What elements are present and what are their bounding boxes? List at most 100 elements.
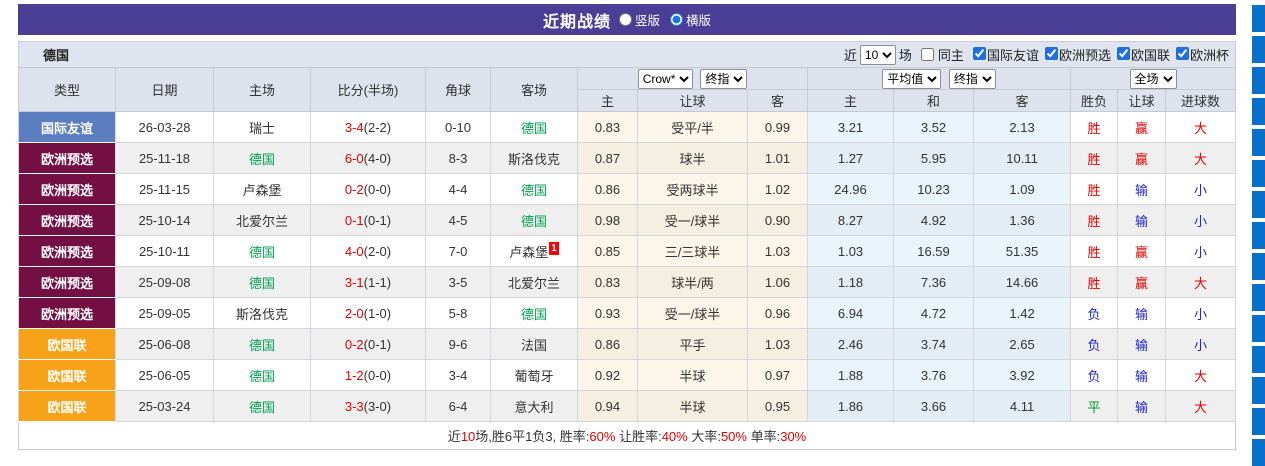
league-checkbox-1[interactable] <box>1044 47 1058 60</box>
side-strip-block[interactable] <box>1252 439 1265 466</box>
side-strip-block[interactable] <box>1252 98 1265 125</box>
away-team-cell: 法国 <box>490 328 578 360</box>
match-type-cell: 欧洲预选 <box>18 297 116 329</box>
avg-away-cell: 2.65 <box>973 328 1072 360</box>
corner-cell: 6-4 <box>425 390 491 422</box>
fulltime-score: 0-1 <box>344 212 364 228</box>
side-strip-block[interactable] <box>1252 408 1265 435</box>
average-select[interactable]: 平均值 <box>882 68 942 89</box>
avg-home-cell: 8.27 <box>807 204 895 236</box>
match-type-cell: 欧国联 <box>18 359 116 391</box>
final-odds-select-1[interactable]: 终指 <box>700 68 748 89</box>
away-team-name: 斯洛伐克 <box>507 151 560 167</box>
red-card-badge: 1 <box>549 242 559 256</box>
radio-horizontal-input[interactable] <box>670 13 683 26</box>
side-strip-block[interactable] <box>1252 377 1265 404</box>
side-strip-block[interactable] <box>1252 222 1265 249</box>
side-strip-block[interactable] <box>1252 191 1265 218</box>
avg-home-cell: 1.27 <box>807 142 895 174</box>
home-team-cell: 德国 <box>213 142 311 174</box>
side-strip <box>1252 5 1265 466</box>
side-strip-block[interactable] <box>1252 315 1265 342</box>
bookmaker-select[interactable]: Crow* <box>637 68 693 89</box>
result-handicap-cell: 输 <box>1117 390 1167 422</box>
side-strip-block[interactable] <box>1252 346 1265 373</box>
table-row: 欧洲预选 25-11-18 德国 6-0(4-0) 8-3 斯洛伐克 0.87 球半 1.01 1… <box>18 142 1237 174</box>
match-type-cell: 欧洲预选 <box>18 173 116 205</box>
summary-segment-3: 60% <box>589 429 616 444</box>
final-odds-select-2[interactable]: 终指 <box>948 68 996 89</box>
side-strip-block[interactable] <box>1252 5 1265 32</box>
odds-home-cell: 0.85 <box>577 235 638 267</box>
sub-col-header-8: 进球数 <box>1165 89 1237 112</box>
avg-draw-cell: 16.59 <box>893 235 975 267</box>
table-row: 欧国联 25-03-24 德国 3-3(3-0) 6-4 意大利 0.94 半球 0.95 1.8… <box>18 390 1237 422</box>
result-handicap-cell: 赢 <box>1117 142 1167 174</box>
odds-home-cell: 0.86 <box>577 328 638 360</box>
avg-away-cell: 10.11 <box>973 142 1072 174</box>
side-strip-block[interactable] <box>1252 129 1265 156</box>
radio-vertical-input[interactable] <box>618 13 632 26</box>
result-winloss-cell: 负 <box>1070 297 1119 329</box>
sub-col-header-1: 让球 <box>637 89 748 112</box>
summary-row: 近10场,胜6平1负3, 胜率:60% 让胜率:40% 大率:50% 单率:30… <box>17 421 1237 450</box>
halftime-score: (2-2) <box>363 119 392 135</box>
result-handicap-cell: 输 <box>1117 297 1167 329</box>
home-team-cell: 斯洛伐克 <box>213 297 311 329</box>
league-checkbox-2[interactable] <box>1116 47 1130 60</box>
result-handicap-cell: 输 <box>1117 328 1167 360</box>
match-count-select[interactable]: 10 <box>859 44 896 65</box>
result-handicap-cell: 赢 <box>1117 266 1167 298</box>
side-strip-block[interactable] <box>1252 160 1265 187</box>
radio-horizontal-layout[interactable]: 横版 <box>670 10 711 29</box>
average-odds-group: 平均值 终指 <box>807 67 1072 90</box>
results-table: 类型 日期 主场 比分(半场) 角球 客场 Crow* 终指 平均值 终指 全场… <box>17 67 1237 450</box>
avg-draw-cell: 7.36 <box>893 266 975 298</box>
home-team-cell: 德国 <box>213 390 311 422</box>
team-name: 德国 <box>43 48 70 63</box>
league-checkbox-0[interactable] <box>972 47 986 60</box>
side-strip-block[interactable] <box>1252 36 1265 63</box>
col-header-score: 比分(半场) <box>310 67 426 112</box>
avg-away-cell: 51.35 <box>973 235 1072 267</box>
odds-home-cell: 0.83 <box>577 111 638 143</box>
col-header-date: 日期 <box>115 67 214 112</box>
result-winloss-cell: 负 <box>1070 328 1119 360</box>
corner-cell: 5-8 <box>425 297 491 329</box>
avg-home-cell: 1.18 <box>807 266 895 298</box>
scope-select[interactable]: 全场 <box>1129 68 1177 89</box>
odds-handicap-cell: 半球 <box>637 390 748 422</box>
table-row: 欧洲预选 25-09-08 德国 3-1(1-1) 3-5 北爱尔兰 0.83 球半/两 1.0… <box>18 266 1237 298</box>
result-winloss-cell: 胜 <box>1070 235 1119 267</box>
side-strip-block[interactable] <box>1252 284 1265 311</box>
avg-home-cell: 24.96 <box>807 173 895 205</box>
same-home-checkbox[interactable] <box>920 48 934 61</box>
radio-vertical-layout[interactable]: 竖版 <box>618 10 660 29</box>
fulltime-score: 6-0 <box>344 150 364 166</box>
col-header-corner: 角球 <box>425 67 491 112</box>
side-strip-block[interactable] <box>1252 67 1265 94</box>
score-cell: 2-0(1-0) <box>310 297 426 329</box>
halftime-score: (1-0) <box>363 305 392 321</box>
date-cell: 25-10-11 <box>115 235 214 267</box>
date-cell: 25-09-08 <box>115 266 214 298</box>
home-team-name: 德国 <box>248 275 275 291</box>
date-cell: 25-10-14 <box>115 204 214 236</box>
same-home-label: 同主 <box>937 48 964 63</box>
odds-away-cell: 1.01 <box>746 142 809 174</box>
away-team-cell: 德国 <box>490 111 578 143</box>
away-team-cell: 斯洛伐克 <box>490 142 578 174</box>
fulltime-score: 4-0 <box>344 243 364 259</box>
corner-cell: 4-4 <box>425 173 491 205</box>
odds-handicap-cell: 球半/两 <box>637 266 748 298</box>
league-checkbox-3[interactable] <box>1175 47 1189 60</box>
odds-handicap-cell: 受一/球半 <box>637 204 748 236</box>
odds-away-cell: 0.96 <box>746 297 809 329</box>
league-label-3: 欧洲杯 <box>1189 48 1229 63</box>
side-strip-block[interactable] <box>1252 253 1265 280</box>
col-header-home: 主场 <box>213 67 311 112</box>
table-row: 欧洲预选 25-09-05 斯洛伐克 2-0(1-0) 5-8 德国 0.93 受一/球半 0.… <box>18 297 1237 329</box>
sub-col-header-0: 主 <box>577 89 638 112</box>
home-team-cell: 德国 <box>213 359 311 391</box>
away-team-name: 北爱尔兰 <box>507 275 560 291</box>
